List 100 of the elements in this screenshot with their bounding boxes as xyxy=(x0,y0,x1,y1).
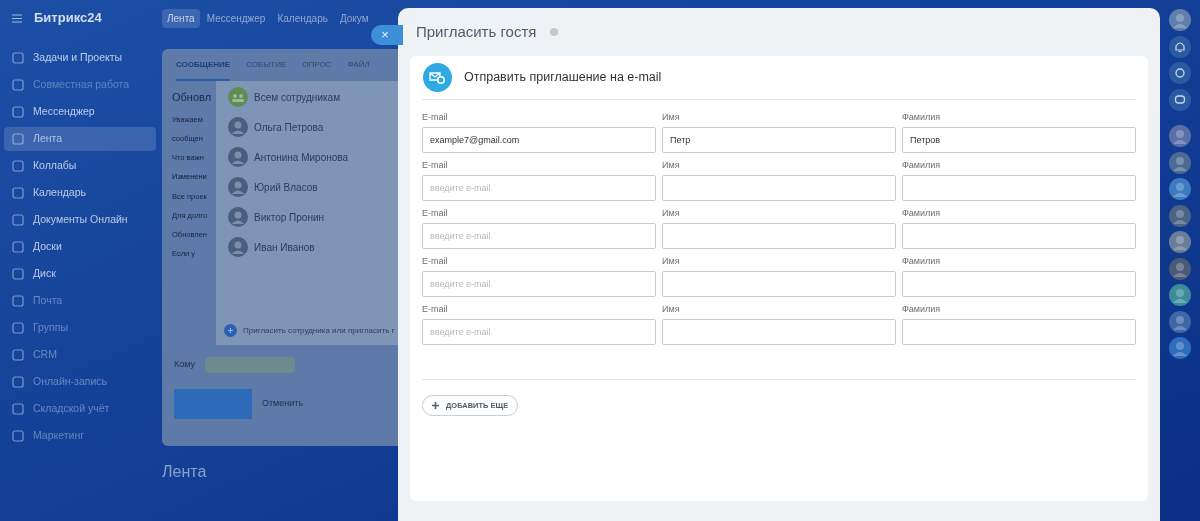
feed-heading: Лента xyxy=(162,462,208,482)
field-label: E-mail xyxy=(422,208,449,219)
input-field[interactable] xyxy=(662,223,896,249)
post-title: Обновл xyxy=(172,90,213,105)
sidebar-item[interactable]: Доски xyxy=(4,235,156,259)
recipient-item[interactable]: Ольга Петрова xyxy=(228,117,398,137)
avatar-icon[interactable] xyxy=(1169,284,1191,306)
sidebar-item[interactable]: Онлайн-запись xyxy=(4,370,156,394)
composer-tab[interactable]: СОБЫТИЕ xyxy=(246,59,287,81)
invite-link[interactable]: Пригласить сотрудника или пригласить г xyxy=(243,324,395,337)
recipient-item[interactable]: Виктор Пронин xyxy=(228,207,398,227)
sidebar-item[interactable]: Коллабы xyxy=(4,154,156,178)
sidebar-item[interactable]: Маркетинг xyxy=(4,424,156,448)
avatar-icon[interactable] xyxy=(1169,125,1191,147)
input-field[interactable] xyxy=(902,271,1136,297)
input-field[interactable]: введите e-mail xyxy=(422,223,656,249)
sidebar-item[interactable]: Группы xyxy=(4,316,156,340)
avatar-icon[interactable] xyxy=(1169,310,1191,333)
top-nav-tab[interactable]: Календарь xyxy=(272,8,333,28)
input-field[interactable]: example7@gmail.com xyxy=(422,127,656,153)
avatar-icon xyxy=(228,237,248,257)
sidebar-item[interactable]: Документы Онлайн xyxy=(4,208,156,232)
avatar-icon xyxy=(228,147,248,167)
input-field[interactable]: Петр xyxy=(662,127,896,153)
menu-item-icon xyxy=(12,322,24,334)
sidebar-item[interactable]: Диск xyxy=(4,262,156,286)
input-field[interactable] xyxy=(662,319,896,345)
recipient-item[interactable]: Антонина Миронова xyxy=(228,147,398,167)
field-label: Имя xyxy=(662,208,681,219)
input-field[interactable]: введите e-mail xyxy=(422,319,656,345)
menu-item-icon xyxy=(12,349,24,361)
field-label: Имя xyxy=(662,160,681,171)
sidebar-item[interactable]: Совместная работа xyxy=(4,73,156,97)
input-field[interactable] xyxy=(662,271,896,297)
menu-item-icon xyxy=(12,79,24,91)
menu-item-icon xyxy=(12,160,24,172)
avatar-icon[interactable] xyxy=(1169,204,1191,227)
menu-item-icon xyxy=(12,376,24,388)
sidebar-item[interactable]: Почта xyxy=(4,289,156,313)
logo: Битрикс24 xyxy=(34,9,102,28)
input-field[interactable] xyxy=(662,175,896,201)
field-label: Фамилия xyxy=(902,208,942,219)
input-field[interactable]: Петров xyxy=(902,127,1136,153)
sidebar-item[interactable]: Задачи и Проекты xyxy=(4,46,156,70)
mail-icon xyxy=(423,63,452,92)
field-label: Имя xyxy=(662,256,681,267)
recipient-item[interactable]: Всем сотрудникам xyxy=(228,87,398,107)
menu-item-icon xyxy=(12,430,24,442)
field-label: Фамилия xyxy=(902,256,942,267)
plus-icon[interactable] xyxy=(224,324,237,337)
avatar-icon xyxy=(228,117,248,137)
field-label: E-mail xyxy=(422,160,449,171)
sidebar-item[interactable]: CRM xyxy=(4,343,156,367)
menu-item-icon xyxy=(12,241,24,253)
sidebar-item[interactable]: Складской учёт xyxy=(4,397,156,421)
input-field[interactable]: введите e-mail xyxy=(422,271,656,297)
top-nav-tab[interactable]: Мессенджер xyxy=(201,8,271,28)
menu-item-icon xyxy=(12,52,24,64)
field-label: Имя xyxy=(662,304,681,315)
input-field[interactable] xyxy=(902,223,1136,249)
sidebar-item[interactable]: Календарь xyxy=(4,181,156,205)
cancel-link[interactable]: Отменить xyxy=(262,397,304,411)
plus-icon xyxy=(432,402,439,409)
bell-icon[interactable] xyxy=(1169,35,1191,58)
group-icon xyxy=(228,87,248,107)
field-label: Имя xyxy=(662,112,681,123)
sidebar-item[interactable]: Мессенджер xyxy=(4,100,156,124)
menu-item-icon xyxy=(12,187,24,199)
recipient-item[interactable]: Иван Иванов xyxy=(228,237,398,257)
close-button[interactable]: × xyxy=(371,25,403,45)
menu-item-icon xyxy=(12,106,24,118)
top-nav-tab[interactable]: Лента xyxy=(162,8,200,28)
to-label: Кому xyxy=(174,358,196,372)
section-title: Отправить приглашение на e-mail xyxy=(464,69,662,87)
avatar-icon[interactable] xyxy=(1169,151,1191,174)
field-label: E-mail xyxy=(422,304,449,315)
input-field[interactable]: введите e-mail xyxy=(422,175,656,201)
avatar-icon xyxy=(228,177,248,197)
avatar-icon[interactable] xyxy=(1169,231,1191,253)
avatar-icon[interactable] xyxy=(1169,337,1191,359)
input-field[interactable] xyxy=(902,319,1136,345)
menu-item-icon xyxy=(12,268,24,280)
avatar-icon[interactable] xyxy=(1169,9,1191,31)
recipient-item[interactable]: Юрий Власов xyxy=(228,177,398,197)
field-label: Фамилия xyxy=(902,160,942,171)
top-nav-tab[interactable]: Докум xyxy=(334,8,374,28)
avatar-icon[interactable] xyxy=(1169,257,1191,280)
menu-item-icon xyxy=(12,295,24,307)
field-label: Фамилия xyxy=(902,112,942,123)
field-label: Фамилия xyxy=(902,304,942,315)
menu-icon[interactable] xyxy=(12,13,22,23)
sidebar-item[interactable]: Лента xyxy=(4,127,156,151)
avatar-icon xyxy=(228,207,248,227)
input-field[interactable] xyxy=(902,175,1136,201)
panel-title: Пригласить гостя xyxy=(416,21,537,42)
menu-item-icon xyxy=(12,214,24,226)
field-label: E-mail xyxy=(422,256,449,267)
menu-item-icon xyxy=(12,403,24,415)
avatar-icon[interactable] xyxy=(1169,178,1191,200)
menu-item-icon xyxy=(12,133,24,145)
